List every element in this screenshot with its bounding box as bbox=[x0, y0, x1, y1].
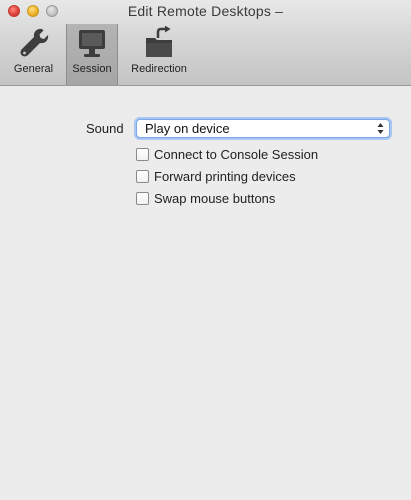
toolbar-session-tab[interactable]: Session bbox=[66, 24, 118, 85]
toolbar-general-tab[interactable]: General bbox=[6, 24, 61, 84]
monitor-icon bbox=[79, 30, 105, 57]
up-down-arrows-icon bbox=[377, 123, 384, 134]
wrench-icon bbox=[20, 28, 48, 57]
toolbar-redirection-tab[interactable]: Redirection bbox=[124, 24, 194, 84]
toolbar-session-label: Session bbox=[72, 63, 112, 75]
session-pane: Sound Play on device Connect to Console … bbox=[0, 86, 411, 500]
toolbar-redirection-label: Redirection bbox=[131, 63, 187, 75]
window-title: Edit Remote Desktops – bbox=[127, 3, 284, 19]
swap-mouse-buttons-label: Swap mouse buttons bbox=[154, 191, 276, 206]
swap-mouse-buttons-checkbox[interactable] bbox=[136, 192, 149, 205]
toolbar-general-label: General bbox=[13, 63, 54, 75]
forward-printing-devices-checkbox[interactable] bbox=[136, 170, 149, 183]
sound-select-value: Play on device bbox=[145, 121, 230, 136]
sound-select[interactable]: Play on device bbox=[136, 119, 390, 138]
forward-printing-devices-label: Forward printing devices bbox=[154, 169, 296, 184]
folder-redirect-icon bbox=[146, 26, 172, 57]
connect-console-session-checkbox[interactable] bbox=[136, 148, 149, 161]
edit-remote-desktops-window: Edit Remote Desktops – General Session R… bbox=[0, 0, 411, 500]
sound-label: Sound bbox=[86, 121, 124, 136]
connect-console-session-label: Connect to Console Session bbox=[154, 147, 319, 162]
title-toolbar: Edit Remote Desktops – General Session R… bbox=[0, 0, 411, 86]
